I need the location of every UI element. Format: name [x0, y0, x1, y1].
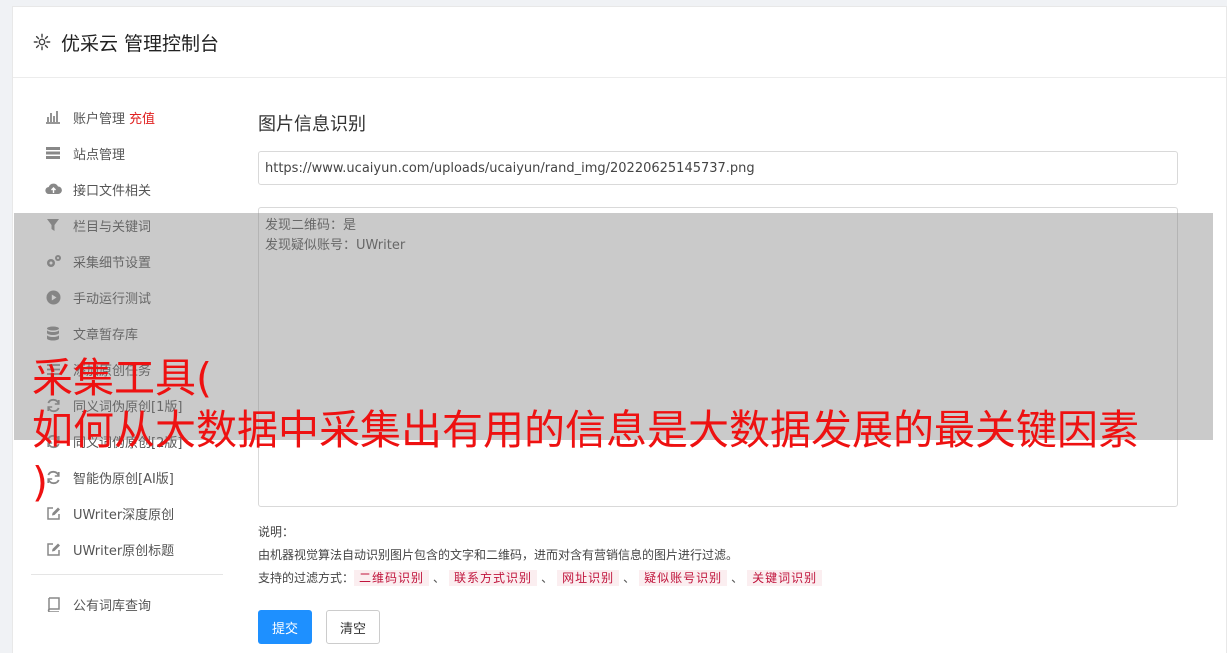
- clear-button[interactable]: 清空: [326, 610, 380, 644]
- filter-methods: 支持的过滤方式： 二维码识别、联系方式识别、网址识别、疑似账号识别、关键词识别: [258, 567, 1178, 590]
- filter-tag-qrcode: 二维码识别: [354, 570, 430, 586]
- page-title: 优采云 管理控制台: [61, 32, 220, 55]
- description-text: 由机器视觉算法自动识别图片包含的文字和二维码，进而对含有营销信息的图片进行过滤。: [258, 548, 739, 562]
- sidebar-item-label: UWriter原创标题: [73, 543, 175, 559]
- sidebar-divider: [31, 574, 223, 575]
- separator: 、: [623, 571, 636, 585]
- server-icon: [44, 145, 62, 161]
- separator: 、: [541, 571, 554, 585]
- description-block: 说明： 由机器视觉算法自动识别图片包含的文字和二维码，进而对含有营销信息的图片进…: [258, 521, 1178, 590]
- submit-button[interactable]: 提交: [258, 610, 312, 644]
- overlay-caption: 采集工具( 如何从大数据中采集出有用的信息是大数据发展的最关键因素 ): [32, 352, 1212, 508]
- page-header: 优采云 管理控制台: [13, 7, 1226, 78]
- gear-icon: [33, 33, 51, 51]
- sidebar-item-label: 接口文件相关: [73, 183, 152, 199]
- bar-chart-icon: [44, 109, 62, 125]
- sidebar-item-interface-files[interactable]: 接口文件相关: [31, 171, 223, 207]
- overlay-line-1: 采集工具(: [32, 354, 212, 402]
- sidebar-item-uwriter-title[interactable]: UWriter原创标题: [31, 531, 223, 567]
- sidebar-item-label: 站点管理: [73, 147, 126, 163]
- filter-tag-suspect-account: 疑似账号识别: [639, 570, 728, 586]
- description-heading: 说明：: [258, 525, 295, 539]
- book-icon: [44, 596, 62, 612]
- overlay-line-2: 如何从大数据中采集出有用的信息是大数据发展的最关键因素: [32, 406, 1139, 454]
- sidebar-item-sites[interactable]: 站点管理: [31, 135, 223, 171]
- filter-tag-keyword: 关键词识别: [747, 570, 823, 586]
- sidebar-item-label: 公有词库查询: [73, 598, 152, 614]
- recharge-link[interactable]: 充值: [129, 108, 155, 127]
- separator: 、: [433, 571, 446, 585]
- filter-tag-url: 网址识别: [557, 570, 620, 586]
- filter-methods-label: 支持的过滤方式：: [258, 571, 355, 585]
- sidebar-item-label: 账户管理: [73, 111, 126, 127]
- action-buttons: 提交 清空: [258, 610, 1178, 644]
- section-title: 图片信息识别: [258, 114, 366, 135]
- overlay-line-3: ): [32, 458, 48, 506]
- separator: 、: [731, 571, 744, 585]
- image-url-input[interactable]: [258, 151, 1178, 185]
- edit-icon: [44, 541, 62, 557]
- cloud-upload-icon: [44, 181, 62, 197]
- sidebar-item-account[interactable]: 账户管理 充值: [31, 99, 223, 135]
- sidebar-item-public-dictionary[interactable]: 公有词库查询: [31, 586, 223, 622]
- filter-tag-contact: 联系方式识别: [449, 570, 538, 586]
